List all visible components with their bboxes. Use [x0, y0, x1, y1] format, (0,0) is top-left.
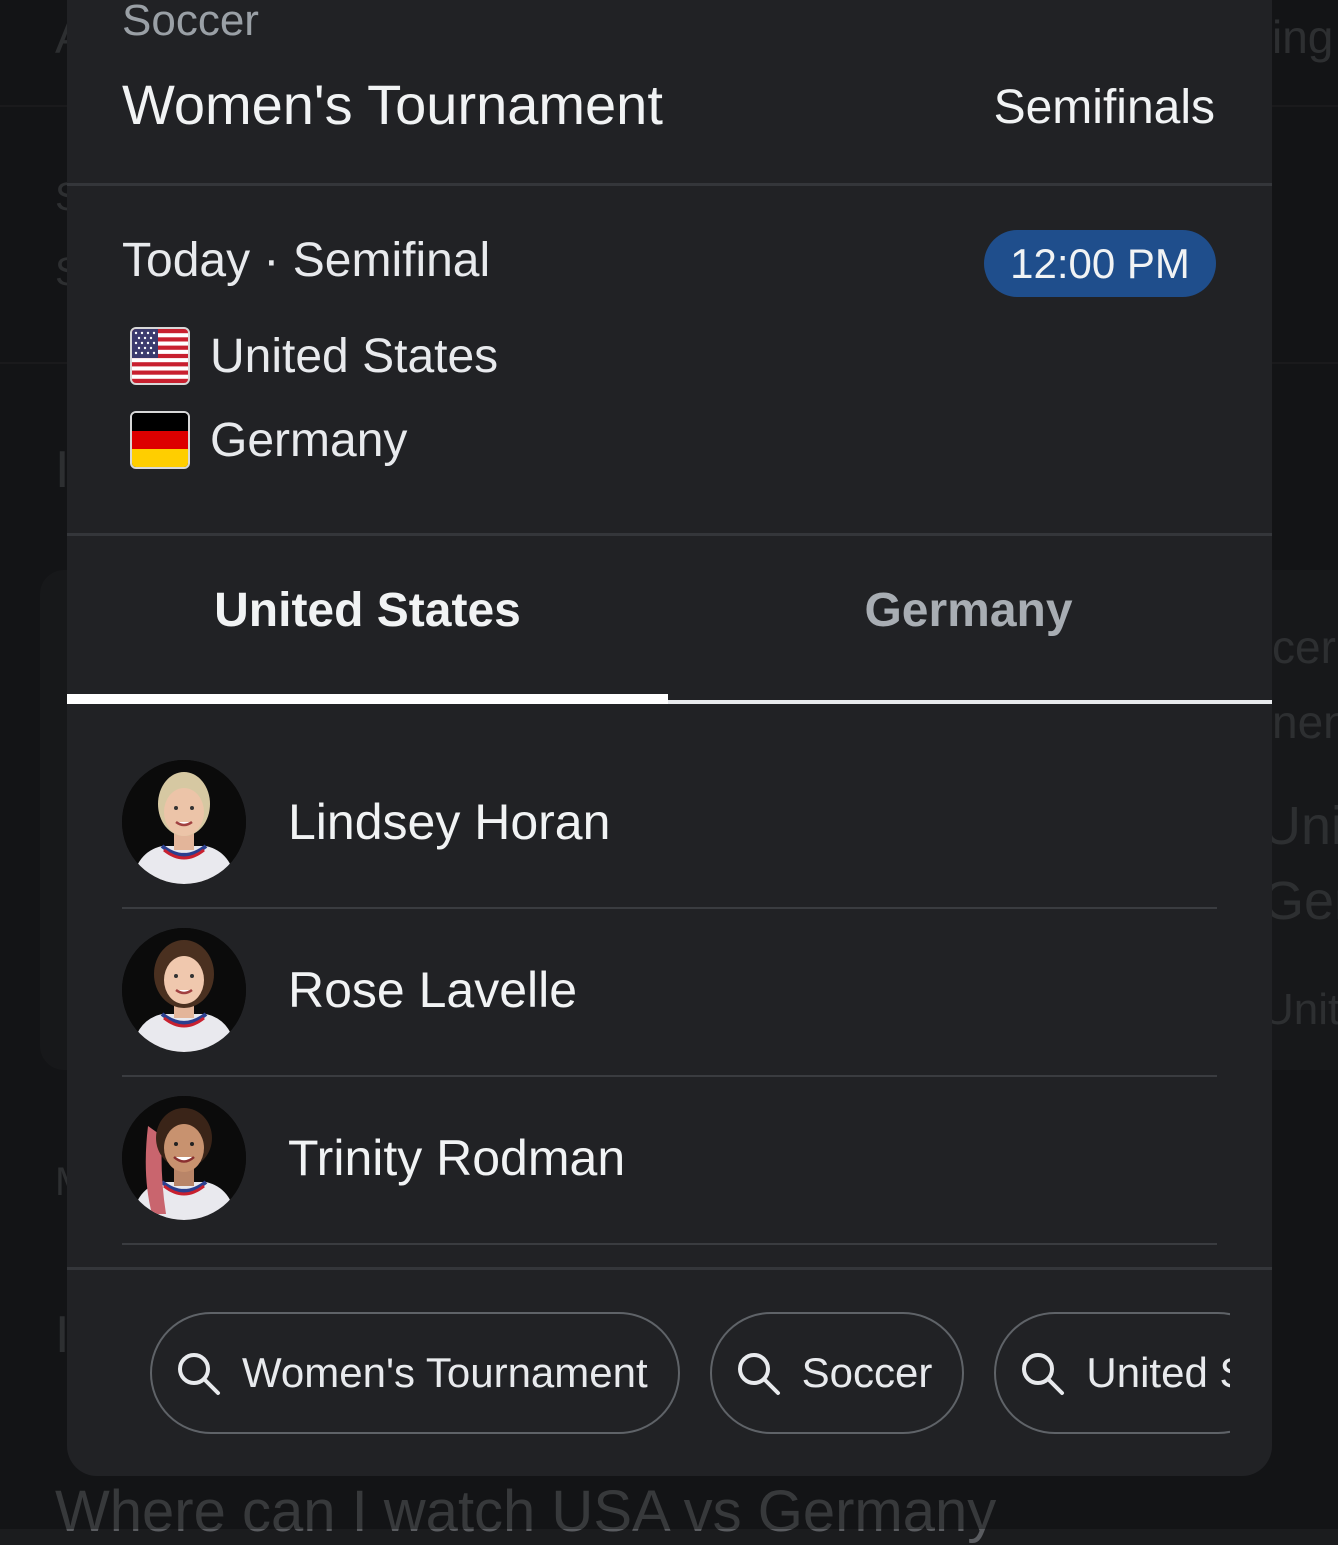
footer-divider: [67, 1267, 1272, 1270]
player-name: Rose Lavelle: [288, 961, 577, 1019]
germany-flag-icon: [130, 411, 190, 469]
team-row-germany[interactable]: Germany: [130, 410, 407, 470]
team-row-united-states[interactable]: United States: [130, 326, 498, 386]
player-avatar: [122, 928, 246, 1052]
team-name: Germany: [210, 413, 407, 468]
player-row[interactable]: Rose Lavelle: [122, 906, 1217, 1074]
player-avatar: [122, 1096, 246, 1220]
related-searches: Women's Tournament Soccer United S: [150, 1312, 1230, 1436]
tournament-title: Women's Tournament: [122, 72, 663, 137]
header-divider: [67, 183, 1272, 186]
list-divider: [122, 1243, 1217, 1245]
sport-label: Soccer: [122, 0, 259, 46]
search-icon: [174, 1349, 222, 1397]
player-avatar: [122, 760, 246, 884]
related-search-chip[interactable]: United S: [994, 1312, 1230, 1434]
us-flag-icon: [130, 327, 190, 385]
player-name: Trinity Rodman: [288, 1129, 625, 1187]
chip-label: Soccer: [802, 1349, 933, 1397]
player-row[interactable]: Lindsey Horan: [122, 738, 1217, 906]
player-name: Lindsey Horan: [288, 793, 610, 851]
related-search-chip[interactable]: Soccer: [710, 1312, 965, 1434]
chip-label: United S: [1086, 1349, 1230, 1397]
match-time-badge: 12:00 PM: [984, 230, 1216, 297]
team-name: United States: [210, 329, 498, 384]
tab-active-indicator: [67, 694, 668, 704]
tab-germany[interactable]: Germany: [668, 550, 1269, 670]
chip-label: Women's Tournament: [242, 1349, 648, 1397]
match-card: Soccer Women's Tournament Semifinals Tod…: [67, 0, 1272, 1476]
search-icon: [1018, 1349, 1066, 1397]
search-icon: [734, 1349, 782, 1397]
match-date: Today · Semifinal: [122, 233, 490, 288]
match-divider: [67, 533, 1272, 536]
round-label: Semifinals: [994, 80, 1215, 135]
related-search-chip[interactable]: Women's Tournament: [150, 1312, 680, 1434]
player-row[interactable]: Trinity Rodman: [122, 1074, 1217, 1242]
tab-united-states[interactable]: United States: [67, 550, 668, 670]
